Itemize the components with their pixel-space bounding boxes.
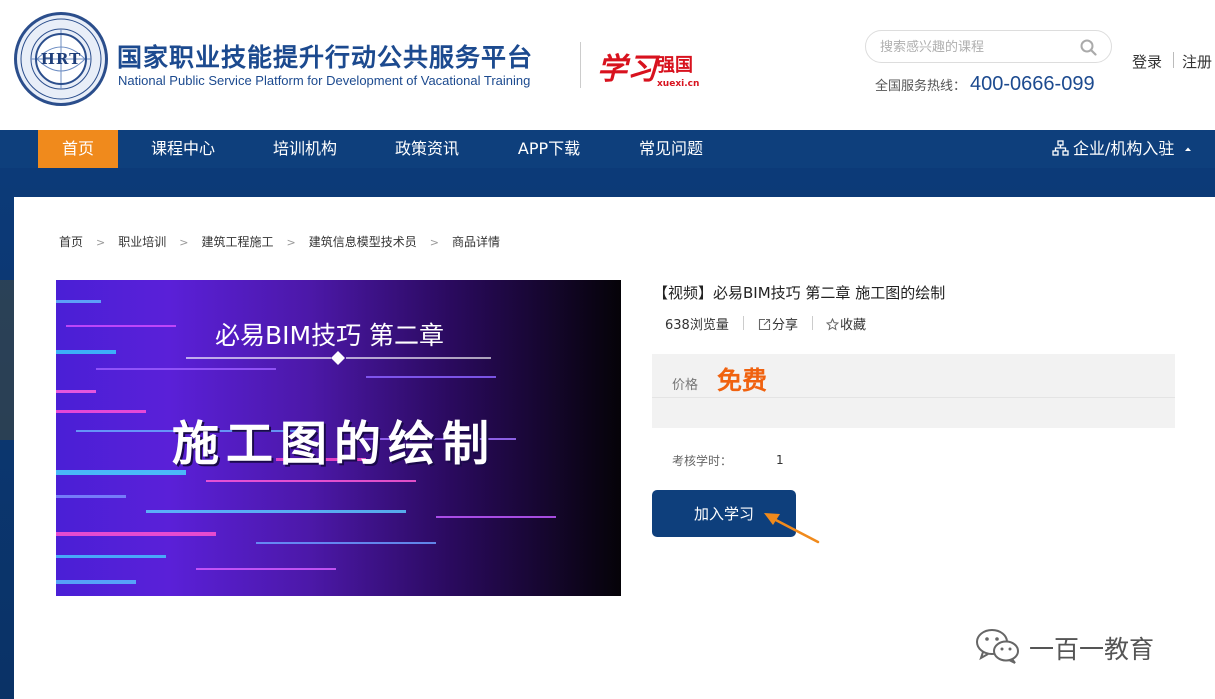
xuexi-logo[interactable]: 学习强国 xuexi.cn [597, 44, 699, 89]
header-divider [580, 42, 581, 88]
favorite-button[interactable]: 收藏 [825, 314, 867, 333]
register-link[interactable]: 注册 [1182, 51, 1212, 72]
star-icon [825, 317, 840, 331]
chevron-right-icon: > [179, 236, 189, 249]
course-title: 【视频】必易BIM技巧 第二章 施工图的绘制 [653, 284, 946, 302]
price-divider [652, 397, 1175, 398]
price-label: 价格 [672, 378, 699, 393]
nav-item-policy[interactable]: 政策资讯 [382, 130, 472, 168]
login-register-separator [1173, 52, 1174, 68]
search-input[interactable] [880, 37, 1070, 57]
breadcrumb-item-construction[interactable]: 建筑工程施工 [201, 233, 273, 250]
share-button[interactable]: 分享 [758, 314, 798, 333]
breadcrumb-item-current: 商品详情 [451, 235, 500, 249]
site-header: HRT 国家职业技能提升行动公共服务平台 National Public Ser… [0, 0, 1215, 130]
hotline-number: 400-0666-099 [970, 73, 1095, 95]
share-icon [758, 318, 771, 331]
nav-item-courses[interactable]: 课程中心 [138, 130, 228, 168]
nav-item-home[interactable]: 首页 [38, 130, 118, 168]
nav-item-institutions[interactable]: 培训机构 [260, 130, 350, 168]
breadcrumb-item-home[interactable]: 首页 [59, 233, 83, 250]
hotline: 全国服务热线： 400-0666-099 [875, 73, 1095, 96]
assessment-hours-label: 考核学时： [672, 454, 733, 468]
xuexi-logo-suffix: 强国 [657, 55, 693, 76]
cover-title-line2: 施工图的绘制 [172, 417, 496, 472]
favorite-label: 收藏 [840, 318, 867, 333]
org-chart-icon [1052, 140, 1069, 156]
site-logo[interactable]: HRT [14, 12, 108, 106]
xuexi-logo-domain: xuexi.cn [657, 79, 700, 89]
share-label: 分享 [772, 318, 799, 333]
logo-monogram: HRT [35, 33, 87, 85]
price-value: 免费 [717, 366, 768, 395]
wechat-icon [976, 629, 1019, 664]
diamond-icon [331, 351, 345, 365]
breadcrumb-item-vocational[interactable]: 职业培训 [118, 233, 166, 250]
view-count: 638浏览量 [665, 318, 729, 333]
site-subtitle: National Public Service Platform for Dev… [118, 73, 531, 88]
enterprise-join-label: 企业/机构入驻 [1073, 139, 1175, 158]
hotline-label: 全国服务热线： [875, 79, 967, 94]
nav-item-app-download[interactable]: APP下载 [504, 130, 594, 168]
wechat-watermark: 一百一教育 [975, 627, 1154, 666]
watermark-text: 一百一教育 [1029, 635, 1155, 664]
search-box [865, 30, 1112, 63]
main-nav: 首页 课程中心 培训机构 政策资讯 APP下载 常见问题 企业/机构入驻 [0, 130, 1215, 168]
chevron-right-icon: > [286, 236, 296, 249]
chevron-right-icon: > [429, 236, 439, 249]
login-link[interactable]: 登录 [1132, 51, 1162, 72]
site-title[interactable]: 国家职业技能提升行动公共服务平台 [117, 38, 533, 74]
assessment-hours-value: 1 [776, 453, 784, 467]
search-icon[interactable] [1080, 39, 1097, 56]
hero-background-edge [0, 280, 14, 440]
nav-item-faq[interactable]: 常见问题 [626, 130, 716, 168]
breadcrumb-item-bim-technician[interactable]: 建筑信息模型技术员 [309, 233, 417, 250]
xuexi-logo-script: 学习 [597, 52, 657, 87]
chevron-right-icon: > [96, 236, 106, 249]
breadcrumb: 首页 > 职业培训 > 建筑工程施工 > 建筑信息模型技术员 > 商品详情 [59, 233, 500, 250]
meta-divider [743, 316, 744, 330]
enterprise-join-menu[interactable]: 企业/机构入驻 [1052, 130, 1196, 168]
annotation-arrow-icon [764, 513, 820, 544]
meta-divider [812, 316, 813, 330]
caret-up-icon [1184, 147, 1191, 151]
cover-title-line1: 必易BIM技巧 第二章 [215, 321, 445, 350]
